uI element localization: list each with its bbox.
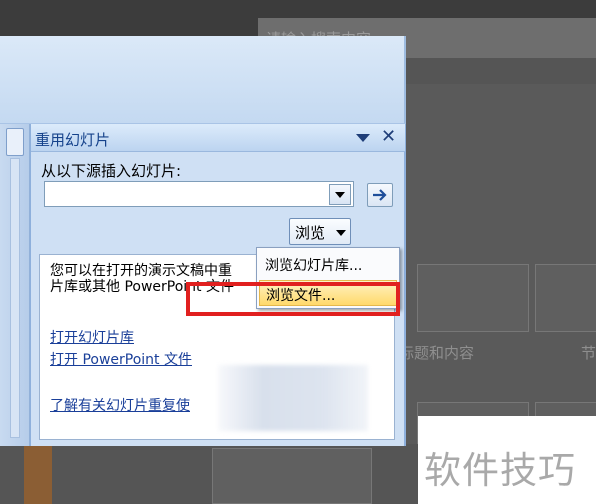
close-icon[interactable]: ✕ — [381, 126, 396, 147]
blurred-region — [218, 365, 368, 431]
ribbon-area — [0, 36, 406, 124]
task-pane-header: 重用幻灯片 ✕ — [31, 124, 405, 152]
go-button[interactable] — [367, 183, 393, 207]
open-powerpoint-file-link[interactable]: 打开 PowerPoint 文件 — [50, 349, 192, 369]
arrow-right-icon — [373, 189, 387, 201]
menu-item-browse-slide-library[interactable]: 浏览幻灯片库... — [259, 251, 397, 277]
source-path-input[interactable] — [44, 181, 354, 207]
layout-thumbnail — [212, 448, 372, 504]
layout-label: 标题和内容 — [399, 344, 475, 362]
slide-panel-scrollbar[interactable] — [0, 124, 30, 446]
learn-more-link[interactable]: 了解有关幻灯片重复使 — [50, 395, 190, 415]
chevron-down-icon — [336, 230, 346, 236]
watermark: 软件技巧 — [418, 416, 596, 504]
watermark-text: 软件技巧 — [424, 449, 576, 492]
chevron-down-icon[interactable] — [355, 130, 371, 146]
background-ribbon — [405, 58, 596, 84]
browse-button-label: 浏览 — [295, 224, 326, 242]
task-pane-title: 重用幻灯片 — [35, 131, 111, 149]
browse-button[interactable]: 浏览 — [289, 218, 351, 245]
layout-thumbnail — [535, 264, 596, 332]
background-slide-accent — [24, 444, 52, 504]
open-slide-library-link[interactable]: 打开幻灯片库 — [50, 327, 134, 347]
scrollbar-track[interactable] — [10, 158, 20, 438]
layout-label: 节 — [581, 344, 596, 362]
highlight-box — [186, 282, 400, 316]
source-dropdown-button[interactable] — [329, 184, 351, 205]
scrollbar-thumb[interactable] — [6, 128, 24, 156]
layout-thumbnail — [417, 264, 529, 332]
insert-from-label: 从以下源插入幻灯片: — [41, 162, 182, 180]
